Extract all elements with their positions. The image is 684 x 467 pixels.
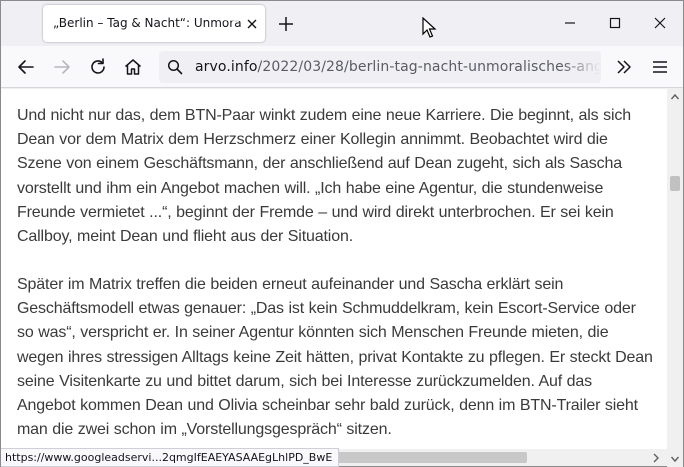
url-host: arvo.info <box>195 59 258 75</box>
text-line: Callboy, meint Dean und flieht aus der S… <box>17 228 353 246</box>
browser-window: „Berlin – Tag & Nacht“: Unmoralisches An… <box>0 0 684 467</box>
mouse-cursor-icon <box>422 17 437 38</box>
home-icon[interactable] <box>122 56 144 78</box>
text-line: man die zwei schon im „Vorstellungsgespr… <box>17 421 392 439</box>
text-line: so was“, verspricht er. In seiner Agentu… <box>17 324 609 342</box>
text-line: Und nicht nur das, dem BTN-Paar winkt zu… <box>17 107 631 124</box>
text-line: seine Visitenkarte zu und bittet darum, … <box>17 372 593 390</box>
text-line: Geschäftsmodell etwas genauer: „Das ist … <box>17 300 636 318</box>
tab-active[interactable]: „Berlin – Tag & Nacht“: Unmoralisches An… <box>43 5 265 42</box>
arrow-right-icon[interactable] <box>51 56 73 78</box>
url-bar[interactable]: arvo.info/2022/03/28/berlin-tag-nacht-un… <box>159 51 601 83</box>
tab-title: „Berlin – Tag & Nacht“: Unmoralisches An… <box>53 16 241 30</box>
scroll-up-icon[interactable] <box>671 93 679 101</box>
close-icon[interactable] <box>245 17 259 31</box>
tab-strip: „Berlin – Tag & Nacht“: Unmoralisches An… <box>1 1 683 46</box>
text-line: Angebot kommen Dean und Olivia scheinbar… <box>17 397 638 415</box>
scroll-right-icon[interactable] <box>651 453 661 463</box>
arrow-left-icon[interactable] <box>15 56 37 78</box>
url-fade <box>561 51 601 83</box>
reload-icon[interactable] <box>87 56 109 78</box>
text-line: Dean vor dem Matrix dem Herzschmerz eine… <box>17 131 608 149</box>
page-content: Und nicht nur das, dem BTN-Paar winkt zu… <box>1 89 667 449</box>
text-line: vorstellt und ihm ein Angebot machen wil… <box>17 179 604 197</box>
hamburger-icon[interactable] <box>649 56 671 78</box>
text-line: wegen ihres stressigen Alltags keine Zei… <box>17 348 653 366</box>
navigation-toolbar: arvo.info/2022/03/28/berlin-tag-nacht-un… <box>1 46 683 88</box>
article-paragraph: Und nicht nur das, dem BTN-Paar winkt zu… <box>17 104 657 249</box>
chevron-double-right-icon[interactable] <box>613 56 635 78</box>
url-path: /2022/03/28/berlin-tag-nacht-unmoralisch… <box>257 59 601 75</box>
tab-title-fade <box>217 5 241 21</box>
article-paragraph: Später im Matrix treffen die beiden erne… <box>17 273 657 442</box>
plus-icon[interactable] <box>277 15 295 33</box>
search-icon <box>167 59 183 75</box>
vertical-scroll-thumb[interactable] <box>670 176 680 191</box>
text-line: Später im Matrix treffen die beiden erne… <box>17 276 564 293</box>
window-close-icon[interactable] <box>646 11 674 35</box>
vertical-scrollbar[interactable] <box>667 89 683 467</box>
text-line: Szene von einem Geschäftsmann, der ansch… <box>17 155 622 173</box>
maximize-icon[interactable] <box>601 11 629 35</box>
minimize-icon[interactable] <box>556 11 584 35</box>
scroll-down-icon[interactable] <box>671 455 679 463</box>
link-status-tooltip: https://www.googleadservi...2qmgIfEAEYAS… <box>1 448 340 467</box>
url-text: arvo.info/2022/03/28/berlin-tag-nacht-un… <box>195 59 601 75</box>
text-line: Freunde vermietet ...“, beginnt der Frem… <box>17 203 614 221</box>
